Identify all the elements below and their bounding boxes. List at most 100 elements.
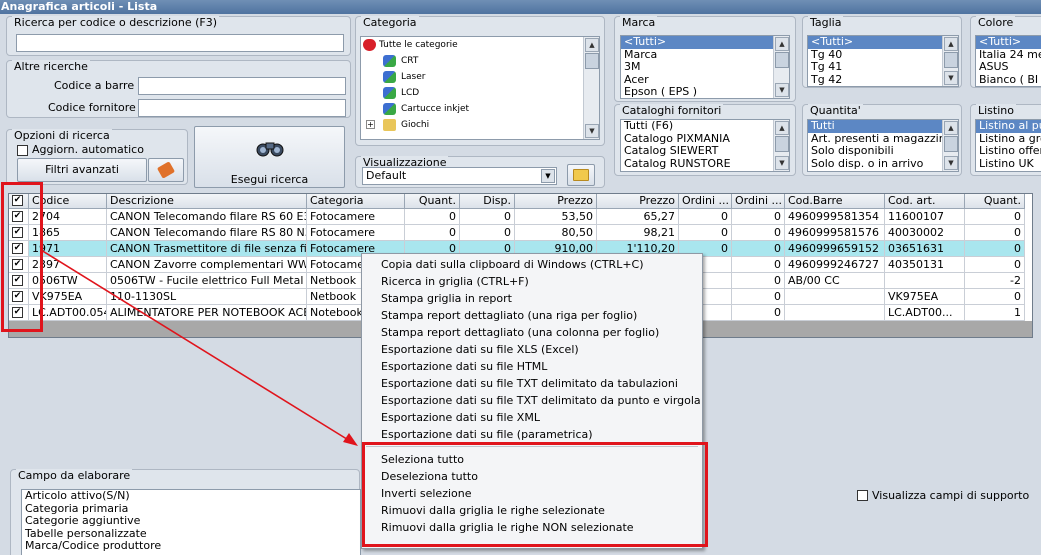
table-cell[interactable]: VK975EA (29, 289, 107, 305)
table-cell[interactable]: 0506TW (29, 273, 107, 289)
table-cell[interactable]: ALIMENTATORE PER NOTEBOOK ACER (107, 305, 307, 321)
context-menu-selection-item[interactable]: Rimuovi dalla griglia le righe seleziona… (381, 504, 605, 518)
table-cell[interactable]: 0 (965, 225, 1025, 241)
category-item-all[interactable]: Tutte le categorie (361, 37, 599, 53)
view-select[interactable]: Default ▼ (362, 167, 557, 185)
context-menu-selection-item[interactable]: Rimuovi dalla griglia le righe NON selez… (381, 521, 634, 535)
table-cell[interactable]: 0 (679, 225, 732, 241)
table-cell[interactable]: CANON Zavorre complementari WW-... (107, 257, 307, 273)
row-select-cell[interactable]: ✔ (9, 225, 29, 241)
table-cell[interactable]: 98,21 (597, 225, 679, 241)
field-item[interactable]: Tabelle personalizzate (22, 528, 360, 541)
color-item[interactable]: <Tutti> (976, 36, 1041, 49)
table-cell[interactable]: 1971 (29, 241, 107, 257)
row-checkbox[interactable]: ✔ (12, 259, 23, 270)
column-header[interactable]: Codice (29, 194, 107, 209)
table-cell[interactable]: 03651631 (885, 241, 965, 257)
table-cell[interactable]: 0 (405, 225, 460, 241)
size-item[interactable]: Tg 42 (808, 74, 958, 86)
category-item-lcd[interactable]: LCD (361, 85, 599, 101)
category-item-games[interactable]: + Giochi (361, 117, 599, 133)
table-cell[interactable]: 0 (460, 225, 515, 241)
table-cell[interactable]: -2 (965, 273, 1025, 289)
table-cell[interactable]: 0 (732, 289, 785, 305)
size-item[interactable]: Tg 41 (808, 61, 958, 74)
color-item[interactable]: Bianco ( BI ) (976, 74, 1041, 86)
brand-item[interactable]: 3M (621, 61, 789, 74)
table-cell[interactable] (785, 289, 885, 305)
supplier-code-input[interactable] (138, 99, 346, 117)
price-list-item[interactable]: Listino offerte (976, 145, 1041, 158)
column-header[interactable]: Ordini ... (679, 194, 732, 209)
quantity-item[interactable]: Solo disponibili (808, 145, 958, 158)
table-cell[interactable]: 0 (460, 209, 515, 225)
supplier-catalogs-list[interactable]: Tutti (F6) Catalogo PIXMANIA Catalog SIE… (620, 119, 790, 172)
scroll-up-icon[interactable]: ▲ (944, 121, 958, 135)
row-checkbox[interactable]: ✔ (12, 243, 23, 254)
catalog-item[interactable]: Tutti (F6) (621, 120, 789, 133)
context-menu-selection-item[interactable]: Deseleziona tutto (381, 470, 478, 484)
column-header[interactable]: Cod. art. (885, 194, 965, 209)
chevron-down-icon[interactable]: ▼ (541, 169, 555, 183)
brand-item[interactable]: Marca (621, 49, 789, 62)
table-cell[interactable]: 65,27 (597, 209, 679, 225)
context-menu-item[interactable]: Esportazione dati su file XLS (Excel) (381, 343, 579, 357)
row-select-cell[interactable]: ✔ (9, 289, 29, 305)
table-cell[interactable]: 0 (679, 209, 732, 225)
select-all-checkbox[interactable]: ✔ (12, 195, 23, 206)
folder-button[interactable] (567, 164, 595, 186)
context-menu-item[interactable]: Stampa griglia in report (381, 292, 512, 306)
table-cell[interactable]: 1 (965, 305, 1025, 321)
size-scrollbar[interactable]: ▲ ▼ (942, 36, 958, 86)
size-list[interactable]: <Tutti> Tg 40 Tg 41 Tg 42 ▲ ▼ (807, 35, 959, 87)
price-list[interactable]: Listino al pubb Listino a gross Listino … (975, 119, 1041, 172)
context-menu-item[interactable]: Esportazione dati su file TXT delimitato… (381, 377, 678, 391)
catalog-item[interactable]: Catalog SIEWERT (621, 145, 789, 158)
category-scrollbar[interactable]: ▲ ▼ (583, 37, 599, 139)
category-item-crt[interactable]: CRT (361, 53, 599, 69)
column-header[interactable]: Quant. (405, 194, 460, 209)
context-menu-item[interactable]: Copia dati sulla clipboard di Windows (C… (381, 258, 644, 272)
table-cell[interactable]: 0 (732, 241, 785, 257)
color-list[interactable]: <Tutti> Italia 24 mesi ASUS Bianco ( BI … (975, 35, 1041, 87)
table-cell[interactable]: 0 (965, 209, 1025, 225)
table-cell[interactable]: 0 (732, 209, 785, 225)
quantity-item[interactable]: Solo disp. o in arrivo (808, 158, 958, 171)
table-cell[interactable]: 0 (965, 241, 1025, 257)
field-item[interactable]: Categorie aggiuntive (22, 515, 360, 528)
scroll-down-icon[interactable]: ▼ (944, 71, 958, 85)
expand-icon[interactable]: + (366, 120, 375, 129)
quantity-scrollbar[interactable]: ▲ ▼ (942, 120, 958, 171)
row-select-cell[interactable]: ✔ (9, 257, 29, 273)
context-menu-selection-item[interactable]: Seleziona tutto (381, 453, 464, 467)
table-cell[interactable]: 4960999246727 (785, 257, 885, 273)
scroll-thumb[interactable] (944, 52, 958, 68)
price-list-item[interactable]: Listino al pubb (976, 120, 1041, 133)
column-header[interactable]: Prezzo (597, 194, 679, 209)
column-header[interactable]: Prezzo (515, 194, 597, 209)
catalog-item[interactable]: Catalogo PIXMANIA (621, 133, 789, 146)
context-menu-item[interactable]: Esportazione dati su file TXT delimitato… (381, 394, 701, 408)
category-item-inkjet[interactable]: Cartucce inkjet (361, 101, 599, 117)
row-checkbox[interactable]: ✔ (12, 275, 23, 286)
table-cell[interactable]: CANON Trasmettitore di file senza fili .… (107, 241, 307, 257)
table-cell[interactable]: 0 (732, 273, 785, 289)
table-cell[interactable]: VK975EA (885, 289, 965, 305)
brand-item[interactable]: <Tutti> (621, 36, 789, 49)
table-cell[interactable]: 11600107 (885, 209, 965, 225)
auto-update-checkbox[interactable] (17, 145, 28, 156)
table-cell[interactable]: Fotocamere (307, 209, 405, 225)
scroll-down-icon[interactable]: ▼ (944, 156, 958, 170)
run-search-button[interactable]: Esegui ricerca (194, 126, 345, 188)
field-to-process-list[interactable]: Articolo attivo(S/N) Categoria primaria … (21, 489, 361, 555)
column-header[interactable]: Categoria (307, 194, 405, 209)
column-header[interactable]: Disp. (460, 194, 515, 209)
table-cell[interactable]: 80,50 (515, 225, 597, 241)
context-menu-item[interactable]: Stampa report dettagliato (una colonna p… (381, 326, 659, 340)
color-item[interactable]: Italia 24 mesi (976, 49, 1041, 62)
column-header[interactable]: Descrizione (107, 194, 307, 209)
quantity-list[interactable]: Tutti Art. presenti a magazzino Solo dis… (807, 119, 959, 172)
row-checkbox[interactable]: ✔ (12, 291, 23, 302)
table-cell[interactable]: 40030002 (885, 225, 965, 241)
select-all-header[interactable]: ✔ (9, 194, 29, 209)
